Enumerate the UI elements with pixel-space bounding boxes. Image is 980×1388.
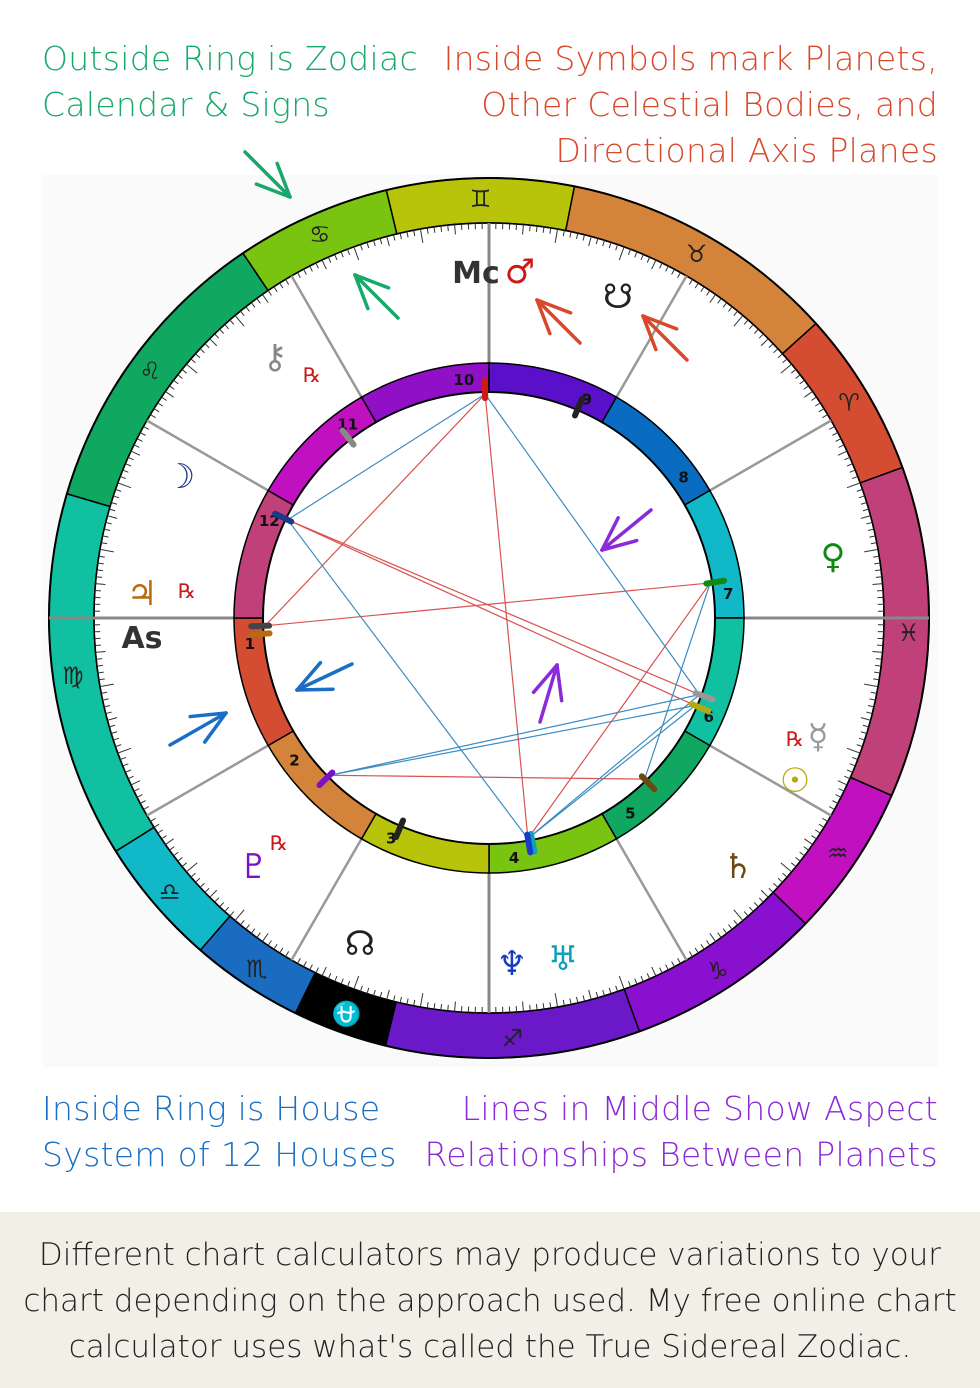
footer-note: Different chart calculators may produce … (0, 1212, 980, 1388)
planet-glyph-mars: ♂ (505, 252, 535, 292)
marker-jupiter (248, 630, 273, 638)
zodiac-glyph-aries: ♈ (838, 389, 860, 417)
degree-tick (96, 576, 103, 578)
house-number-5: 5 (625, 805, 635, 823)
planet-glyph-mercury: ☿ (808, 717, 829, 757)
house-number-10: 10 (453, 371, 474, 389)
planet-glyph-saturn: ♄ (723, 847, 753, 887)
planet-glyph-venus: ♀ (821, 537, 846, 577)
house-number-1: 1 (245, 635, 255, 653)
degree-tick (529, 1004, 531, 1011)
birth-chart-wheel: ♊♉♈♓♒♑♐⛎♏♎♍♌♋109876543211211Mc ♂☋⚷ ℞☽♃ ℞As♀… (42, 150, 938, 1067)
marker-venus (703, 577, 728, 587)
planet-glyph-uranus: ♅ (548, 939, 578, 979)
planet-glyph-northnode: ☊ (345, 924, 375, 964)
house-number-7: 7 (723, 585, 733, 603)
planet-glyph-asc: As (121, 621, 162, 656)
degree-tick (875, 658, 882, 660)
footer-line: calculator uses what's called the True S… (68, 1329, 912, 1365)
degree-tick (447, 1004, 449, 1011)
degree-tick (529, 225, 531, 232)
zodiac-glyph-ophiuchus: ⛎ (331, 1000, 361, 1028)
zodiac-glyph-virgo: ♍ (62, 662, 84, 690)
zodiac-glyph-gemini: ♊ (470, 185, 492, 213)
degree-tick (447, 225, 449, 232)
planet-glyph-mc: Mc (452, 256, 500, 291)
planet-glyph-jupiter: ♃ (127, 574, 157, 614)
zodiac-glyph-aquarius: ♒ (827, 839, 849, 867)
zodiac-glyph-libra: ♎ (159, 878, 181, 906)
planet-glyph-pluto: ♇ (239, 847, 269, 887)
degree-tick (875, 576, 882, 578)
degree-tick (96, 658, 103, 660)
house-number-8: 8 (678, 469, 688, 487)
zodiac-glyph-taurus: ♉ (686, 240, 708, 268)
planet-glyph-sun: ☉ (780, 761, 810, 801)
footer-line: chart depending on the approach used. My… (23, 1283, 957, 1319)
marker-neptune (524, 831, 534, 856)
planet-glyph-chiron: ⚷ (263, 337, 288, 377)
planet-glyph-neptune: ♆ (497, 944, 527, 984)
arrow-head (295, 687, 335, 692)
planet-glyph-moon: ☽ (165, 457, 195, 497)
zodiac-glyph-leo: ♌ (139, 357, 161, 385)
zodiac-glyph-pisces: ♓ (898, 619, 920, 647)
retrograde-label: ℞ (303, 363, 321, 387)
zodiac-glyph-capricorn: ♑ (707, 957, 729, 985)
footer-line: Different chart calculators may produce … (38, 1237, 942, 1273)
house-number-2: 2 (289, 751, 299, 769)
retrograde-label: ℞ (178, 579, 196, 603)
zodiac-glyph-cancer: ♋ (309, 221, 331, 249)
zodiac-glyph-sagittarius: ♐ (502, 1024, 524, 1052)
marker-asc (248, 622, 273, 630)
retrograde-label: ℞ (786, 727, 804, 751)
planet-glyph-southnode: ☋ (603, 277, 633, 317)
retrograde-label: ℞ (270, 831, 288, 855)
zodiac-glyph-scorpio: ♏ (246, 955, 268, 983)
house-number-4: 4 (509, 849, 519, 867)
